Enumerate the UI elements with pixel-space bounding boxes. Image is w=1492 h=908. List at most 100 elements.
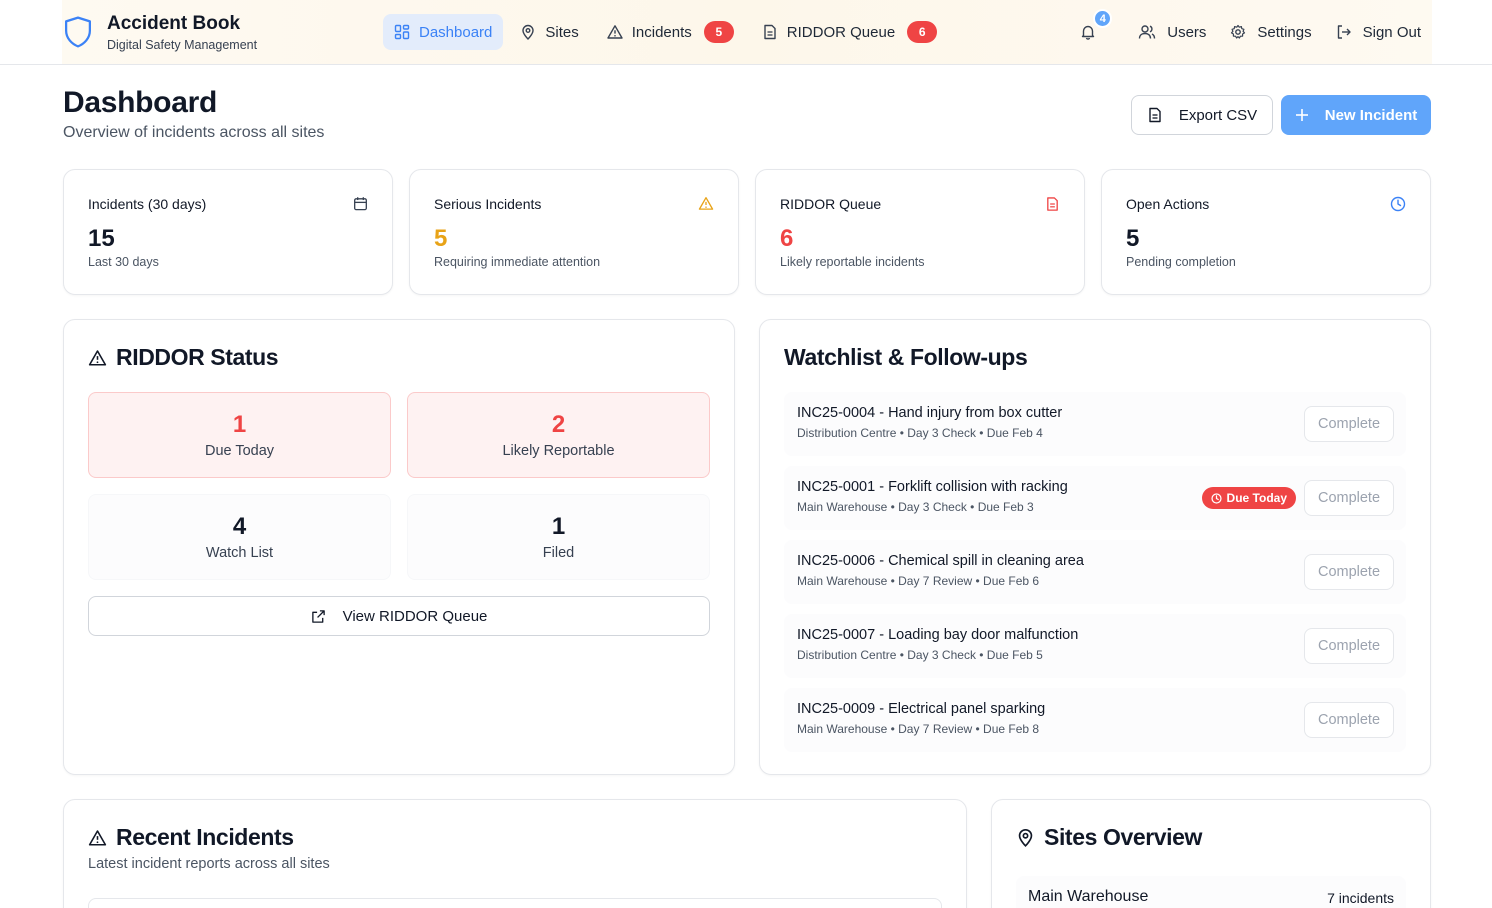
warning-icon — [607, 24, 632, 40]
tile-value: 4 — [232, 513, 247, 540]
clock-icon — [1210, 492, 1227, 504]
external-link-icon — [311, 609, 343, 624]
export-csv-label: Export CSV — [1178, 106, 1258, 124]
site-row[interactable]: Main Warehouse 7 incidents — [1016, 876, 1406, 908]
stat-description: Requiring immediate attention — [434, 255, 601, 269]
new-incident-label: New Incident — [1324, 106, 1418, 124]
stat-label: RIDDOR Queue — [780, 196, 882, 212]
tile-label: Likely Reportable — [502, 443, 615, 459]
notifications-button[interactable]: 4 — [1070, 9, 1113, 50]
nav-users[interactable]: Users — [1128, 14, 1216, 50]
page-title: Dashboard — [63, 86, 217, 119]
watchlist-item-title: INC25-0004 - Hand injury from box cutter — [797, 405, 1063, 421]
sign-out-label: Sign Out — [1362, 23, 1421, 41]
plus-icon — [1295, 108, 1325, 122]
riddor-count-badge: 6 — [907, 21, 938, 43]
nav-settings[interactable]: Settings — [1220, 14, 1321, 50]
stat-card-riddor-queue[interactable]: RIDDOR Queue 6 Likely reportable inciden… — [755, 169, 1085, 295]
watchlist-item[interactable]: INC25-0007 - Loading bay door malfunctio… — [784, 614, 1406, 678]
stat-value: 5 — [1126, 225, 1140, 252]
riddor-tile-watch-list[interactable]: 4 Watch List — [88, 494, 391, 580]
gear-icon — [1230, 24, 1257, 40]
stat-card-serious-incidents[interactable]: Serious Incidents 5 Requiring immediate … — [409, 169, 739, 295]
complete-button[interactable]: Complete — [1304, 628, 1394, 664]
riddor-tile-likely-reportable[interactable]: 2 Likely Reportable — [407, 392, 710, 478]
complete-button[interactable]: Complete — [1304, 406, 1394, 442]
tile-label: Watch List — [205, 545, 274, 561]
complete-button[interactable]: Complete — [1304, 702, 1394, 738]
watchlist-item-title: INC25-0007 - Loading bay door malfunctio… — [797, 627, 1079, 643]
stat-description: Last 30 days — [88, 255, 159, 269]
map-pin-icon — [1016, 828, 1044, 847]
complete-button[interactable]: Complete — [1304, 554, 1394, 590]
tile-value: 1 — [551, 513, 566, 540]
riddor-tile-filed[interactable]: 1 Filed — [407, 494, 710, 580]
watchlist-item[interactable]: INC25-0001 - Forklift collision with rac… — [784, 466, 1406, 530]
user-nav: 4 Users Settings Sign Out — [1070, 9, 1431, 50]
document-icon — [1045, 196, 1060, 212]
nav-riddor-queue[interactable]: RIDDOR Queue 6 — [751, 14, 948, 50]
brand[interactable]: Accident Book Digital Safety Management — [63, 13, 257, 54]
recent-incidents-subtitle: Latest incident reports across all sites — [88, 856, 330, 872]
stat-value: 5 — [434, 225, 448, 252]
warning-icon — [88, 349, 116, 367]
document-icon — [762, 24, 787, 40]
nav-settings-label: Settings — [1257, 23, 1312, 41]
watchlist-item[interactable]: INC25-0009 - Electrical panel sparking M… — [784, 688, 1406, 752]
export-csv-button[interactable]: Export CSV — [1131, 95, 1273, 135]
watchlist-item-title: INC25-0006 - Chemical spill in cleaning … — [797, 553, 1084, 569]
main-nav: Dashboard Sites Incidents 5 RIDDOR Queue… — [383, 14, 954, 50]
watchlist-item-meta: Main Warehouse • Day 3 Check • Due Feb 3 — [797, 500, 1034, 514]
app-subtitle: Digital Safety Management — [107, 38, 258, 52]
view-riddor-queue-label: View RIDDOR Queue — [342, 607, 488, 625]
app-title: Accident Book — [107, 13, 241, 34]
tile-value: 1 — [232, 411, 247, 438]
watchlist-item-meta: Main Warehouse • Day 7 Review • Due Feb … — [797, 574, 1040, 588]
shield-icon — [63, 15, 93, 49]
users-icon — [1138, 24, 1167, 40]
watchlist-item-title: INC25-0009 - Electrical panel sparking — [797, 701, 1046, 717]
nav-users-label: Users — [1167, 23, 1207, 41]
riddor-status-title: RIDDOR Status — [88, 344, 279, 371]
watchlist-item-meta: Main Warehouse • Day 7 Review • Due Feb … — [797, 722, 1040, 736]
nav-incidents[interactable]: Incidents 5 — [596, 14, 745, 50]
watchlist-item[interactable]: INC25-0004 - Hand injury from box cutter… — [784, 392, 1406, 456]
stat-value: 15 — [88, 225, 115, 252]
recent-incidents-title: Recent Incidents — [88, 824, 294, 851]
site-incident-count: 7 incidents — [1327, 890, 1394, 906]
stat-label: Incidents (30 days) — [88, 196, 207, 212]
riddor-tile-due-today[interactable]: 1 Due Today — [88, 392, 391, 478]
recent-incidents-panel: Recent Incidents Latest incident reports… — [63, 799, 967, 908]
watchlist-panel: Watchlist & Follow-ups INC25-0004 - Hand… — [759, 319, 1431, 775]
complete-button[interactable]: Complete — [1304, 480, 1394, 516]
nav-incidents-label: Incidents — [631, 23, 692, 41]
tile-label: Filed — [542, 545, 575, 561]
watchlist-item-meta: Distribution Centre • Day 3 Check • Due … — [797, 648, 1043, 662]
stat-description: Likely reportable incidents — [780, 255, 925, 269]
tile-value: 2 — [551, 411, 566, 438]
new-incident-button[interactable]: New Incident — [1281, 95, 1431, 135]
stat-card-open-actions[interactable]: Open Actions 5 Pending completion — [1101, 169, 1431, 295]
sites-overview-panel: Sites Overview Main Warehouse 7 incident… — [991, 799, 1431, 908]
sign-out-button[interactable]: Sign Out — [1326, 14, 1431, 50]
recent-incidents-table — [88, 898, 942, 908]
top-header: Accident Book Digital Safety Management … — [0, 0, 1492, 65]
nav-dashboard-label: Dashboard — [419, 23, 493, 41]
view-riddor-queue-button[interactable]: View RIDDOR Queue — [88, 596, 710, 636]
riddor-status-title-text: RIDDOR Status — [116, 344, 279, 370]
nav-sites[interactable]: Sites — [509, 14, 589, 50]
stat-value: 6 — [780, 225, 794, 252]
stat-label: Open Actions — [1126, 196, 1210, 212]
stat-card-incidents-30-days[interactable]: Incidents (30 days) 15 Last 30 days — [63, 169, 393, 295]
due-today-badge: Due Today — [1201, 487, 1296, 509]
site-name: Main Warehouse — [1028, 888, 1149, 905]
nav-sites-label: Sites — [545, 23, 579, 41]
nav-dashboard[interactable]: Dashboard — [383, 14, 504, 50]
clock-icon — [1390, 196, 1406, 212]
watchlist-title: Watchlist & Follow-ups — [784, 344, 1028, 370]
nav-riddor-label: RIDDOR Queue — [786, 23, 896, 41]
incidents-count-badge: 5 — [703, 21, 734, 43]
watchlist-item[interactable]: INC25-0006 - Chemical spill in cleaning … — [784, 540, 1406, 604]
stat-label: Serious Incidents — [434, 196, 542, 212]
riddor-status-panel: RIDDOR Status 1 Due Today 2 Likely Repor… — [63, 319, 735, 775]
